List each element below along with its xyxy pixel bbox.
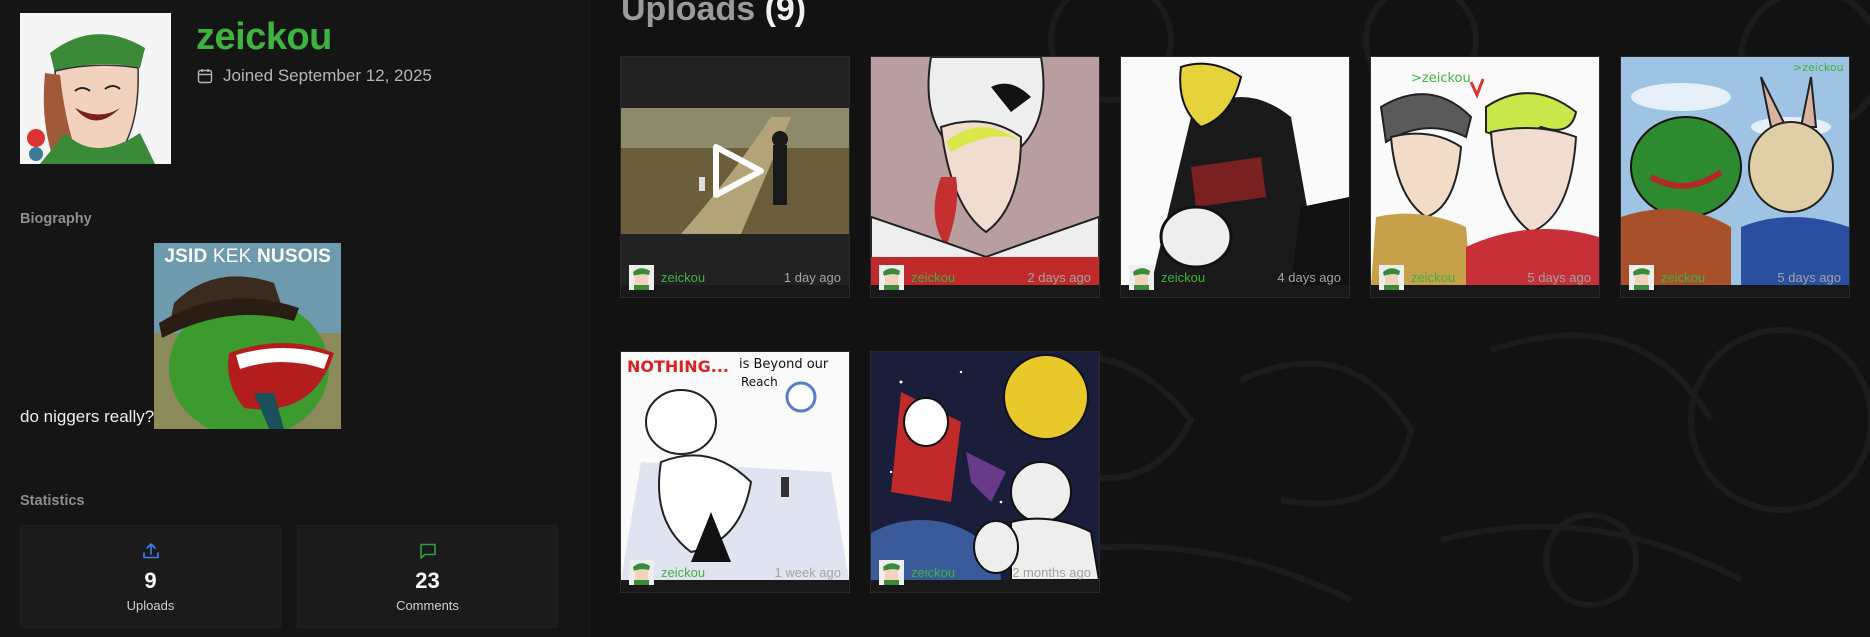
upload-card[interactable]: >zeickou zeickou 5 days ago — [1620, 56, 1850, 298]
svg-text:>zeickou: >zeickou — [1411, 71, 1471, 86]
upload-time: 4 days ago — [1277, 269, 1341, 285]
upload-time: 2 days ago — [1027, 269, 1091, 285]
uploads-heading-count: (9) — [764, 0, 807, 28]
upload-card[interactable]: NOTHING... is Beyond our Reach zeickou 1… — [620, 351, 850, 593]
upload-thumbnail[interactable] — [871, 352, 1099, 580]
profile-sidebar: zeickou Joined September 12, 2025 Biogra… — [0, 0, 590, 637]
uploads-label: Uploads — [126, 598, 175, 613]
biography-image: JSID KEK NUSOIS — [154, 243, 342, 429]
svg-text:Reach: Reach — [741, 375, 778, 389]
uploader-avatar[interactable] — [1629, 264, 1654, 290]
comments-label: Comments — [396, 598, 459, 613]
upload-thumbnail-video[interactable] — [621, 57, 849, 285]
upload-card[interactable]: zeickou 1 day ago — [620, 56, 850, 298]
upload-thumbnail[interactable]: >zeickou — [1621, 57, 1849, 285]
comments-count: 23 — [415, 568, 440, 593]
uploads-count: 9 — [144, 568, 157, 593]
upload-thumbnail[interactable] — [1121, 57, 1349, 285]
upload-card[interactable]: >zeickou zeickou 5 days ago — [1370, 56, 1600, 298]
joined-text: Joined September 12, 2025 — [223, 66, 432, 85]
uploader-name[interactable]: zeickou — [661, 565, 705, 580]
upload-thumbnail[interactable] — [871, 57, 1099, 285]
upload-card[interactable]: zeickou 4 days ago — [1120, 56, 1350, 298]
uploader-name[interactable]: zeickou — [661, 270, 705, 285]
upload-thumbnail[interactable]: >zeickou — [1371, 57, 1599, 285]
biography-label: Biography — [20, 211, 92, 227]
stat-card-comments: 23 Comments — [297, 525, 558, 628]
biography-text: do niggers really? — [20, 407, 155, 426]
upload-time: 5 days ago — [1527, 269, 1591, 285]
upload-time: 5 days ago — [1777, 269, 1841, 285]
uploader-name[interactable]: zeickou — [911, 565, 955, 580]
calendar-icon — [197, 68, 213, 84]
svg-text:is Beyond our: is Beyond our — [739, 357, 829, 372]
uploader-avatar[interactable] — [879, 264, 904, 290]
upload-card[interactable]: zeickou 2 days ago — [870, 56, 1100, 298]
svg-text:NOTHING...: NOTHING... — [627, 357, 729, 376]
uploader-name[interactable]: zeickou — [1161, 270, 1205, 285]
uploader-avatar[interactable] — [1379, 264, 1404, 290]
uploader-avatar[interactable] — [879, 559, 904, 585]
biography-image-caption: JSID KEK NUSOIS — [164, 246, 332, 267]
stat-card-uploads: 9 Uploads — [20, 525, 281, 628]
joined-date: Joined September 12, 2025 — [197, 66, 432, 86]
biography-content: do niggers really? JSID KEK NUSOIS — [20, 243, 342, 429]
uploads-section: Uploads (9) zeickou 1 day ago zeickou 2 … — [591, 0, 1870, 637]
upload-card-footer: zeickou 2 months ago — [871, 552, 1099, 592]
upload-time: 2 months ago — [1012, 564, 1091, 580]
upload-card-footer: zeickou 1 week ago — [621, 552, 849, 592]
uploader-name[interactable]: zeickou — [1411, 270, 1455, 285]
uploader-name[interactable]: zeickou — [1661, 270, 1705, 285]
uploader-name[interactable]: zeickou — [911, 270, 955, 285]
uploader-avatar[interactable] — [629, 264, 654, 290]
upload-card-footer: zeickou 5 days ago — [1621, 257, 1849, 297]
upload-card-footer: zeickou 2 days ago — [871, 257, 1099, 297]
upload-time: 1 day ago — [783, 269, 841, 285]
upload-icon — [21, 542, 280, 562]
upload-card-footer: zeickou 5 days ago — [1371, 257, 1599, 297]
uploader-avatar[interactable] — [629, 559, 654, 585]
svg-text:>zeickou: >zeickou — [1793, 61, 1844, 74]
comment-icon — [298, 542, 557, 562]
profile-username: zeickou — [196, 16, 332, 58]
profile-avatar — [20, 13, 171, 164]
upload-thumbnail[interactable]: NOTHING... is Beyond our Reach — [621, 352, 849, 580]
uploader-avatar[interactable] — [1129, 264, 1154, 290]
statistics-label: Statistics — [20, 493, 85, 509]
upload-card-footer: zeickou 1 day ago — [621, 257, 849, 297]
upload-card-footer: zeickou 4 days ago — [1121, 257, 1349, 297]
upload-time: 1 week ago — [774, 564, 842, 580]
upload-card[interactable]: zeickou 2 months ago — [870, 351, 1100, 593]
uploads-heading: Uploads (9) — [621, 0, 806, 29]
